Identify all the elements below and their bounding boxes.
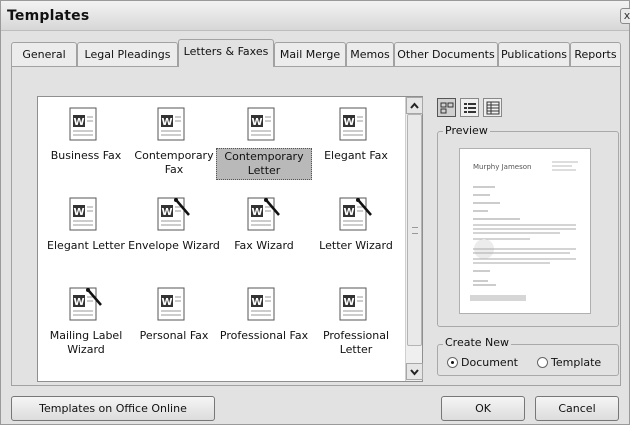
svg-text:W: W [343,297,354,308]
wizard-document-icon: W [247,197,280,231]
template-item-label: Letter Wizard [319,239,393,252]
preview-doc-heading: Murphy Jameson [473,163,531,171]
radio-document[interactable]: Document [447,356,518,369]
details-view-button[interactable] [483,98,502,117]
arrow-up-icon [410,102,419,109]
list-view-button[interactable] [460,98,479,117]
radio-document-label: Document [461,356,518,369]
scroll-grip-icon [412,227,418,234]
template-item-label: Envelope Wizard [128,239,220,252]
template-item-label: Elegant Letter [47,239,125,252]
arrow-down-icon [410,369,419,376]
template-item-label: Professional Letter [322,329,390,356]
list-view-icon [464,103,476,113]
template-item-contemporary-fax[interactable]: W Contemporary Fax [126,107,222,178]
template-item-business-fax[interactable]: W Business Fax [38,107,134,164]
template-item-label: Professional Fax [219,329,309,342]
scroll-down-button[interactable] [406,363,423,380]
large-icons-view-button[interactable] [437,98,456,117]
svg-text:W: W [343,207,354,218]
tab-mail-merge[interactable]: Mail Merge [274,42,346,67]
word-document-icon: W [69,197,97,231]
title-bar: Templates [1,1,629,31]
word-document-icon: W [157,107,185,141]
template-item-label: Elegant Fax [324,149,388,162]
template-item-label: Contemporary Letter [216,148,312,180]
preview-document-image: Murphy Jameson [470,161,578,301]
tab-other-documents[interactable]: Other Documents [394,42,498,67]
create-new-label: Create New [443,336,512,349]
tab-general[interactable]: General [11,42,77,67]
template-item-label: Contemporary Fax [134,149,214,176]
word-document-icon: W [247,287,275,321]
template-item-elegant-letter[interactable]: W Elegant Letter [38,197,134,254]
template-item-professional-fax[interactable]: W Professional Fax [216,287,312,344]
template-item-label: Fax Wizard [234,239,294,252]
radio-template[interactable]: Template [537,356,601,369]
radio-template-label: Template [551,356,602,369]
tab-legal-pleadings[interactable]: Legal Pleadings [77,42,178,67]
svg-text:W: W [73,207,84,218]
template-item-elegant-fax[interactable]: W Elegant Fax [308,107,404,164]
tab-memos[interactable]: Memos [346,42,394,67]
dialog-title: Templates [7,8,90,24]
templates-on-office-online-button[interactable]: Templates on Office Online [11,396,215,421]
tab-reports[interactable]: Reports [570,42,621,67]
wizard-document-icon: W [157,197,190,231]
preview-thumbnail: Murphy Jameson [459,148,591,314]
template-item-label: Mailing Label Wizard [49,329,123,356]
word-document-icon: W [247,107,275,141]
word-document-icon: W [339,287,367,321]
vertical-scrollbar[interactable] [405,97,423,381]
template-item-fax-wizard[interactable]: W Fax Wizard [216,197,312,254]
word-document-icon: W [339,107,367,141]
radio-document-indicator[interactable] [447,357,458,368]
scroll-up-button[interactable] [406,97,423,114]
close-button[interactable]: x [620,8,630,24]
large-icons-view-icon [440,102,454,114]
tab-letters-faxes[interactable]: Letters & Faxes [178,39,274,67]
svg-text:W: W [161,207,172,218]
svg-text:W: W [343,117,354,128]
template-item-professional-letter[interactable]: W Professional Letter [308,287,404,358]
svg-text:W: W [73,117,84,128]
cancel-button[interactable]: Cancel [535,396,619,421]
wizard-document-icon: W [339,197,372,231]
template-item-contemporary-letter[interactable]: W Contemporary Letter [216,107,312,180]
svg-text:W: W [251,207,262,218]
radio-template-indicator[interactable] [537,357,548,368]
svg-text:W: W [161,117,172,128]
wizard-document-icon: W [69,287,102,321]
svg-text:W: W [251,297,262,308]
svg-text:W: W [73,297,84,308]
scroll-thumb[interactable] [407,114,422,346]
details-view-icon [486,101,500,115]
svg-text:W: W [251,117,262,128]
template-item-mailing-label-wizard[interactable]: W Mailing Label Wizard [38,287,134,358]
svg-text:W: W [161,297,172,308]
tab-strip: General Legal Pleadings Letters & Faxes … [11,39,621,67]
ok-button[interactable]: OK [441,396,525,421]
tab-publications[interactable]: Publications [498,42,570,67]
word-document-icon: W [157,287,185,321]
template-item-personal-fax[interactable]: W Personal Fax [126,287,222,344]
template-item-letter-wizard[interactable]: W Letter Wizard [308,197,404,254]
templates-dialog: Templates x General Legal Pleadings Lett… [0,0,630,425]
template-item-label: Personal Fax [139,329,209,342]
preview-label: Preview [443,124,490,137]
template-list[interactable]: W Business Fax W Contemporary Fax W Contempor… [37,96,423,382]
template-item-envelope-wizard[interactable]: W Envelope Wizard [126,197,222,254]
word-document-icon: W [69,107,97,141]
template-item-label: Business Fax [50,149,122,162]
